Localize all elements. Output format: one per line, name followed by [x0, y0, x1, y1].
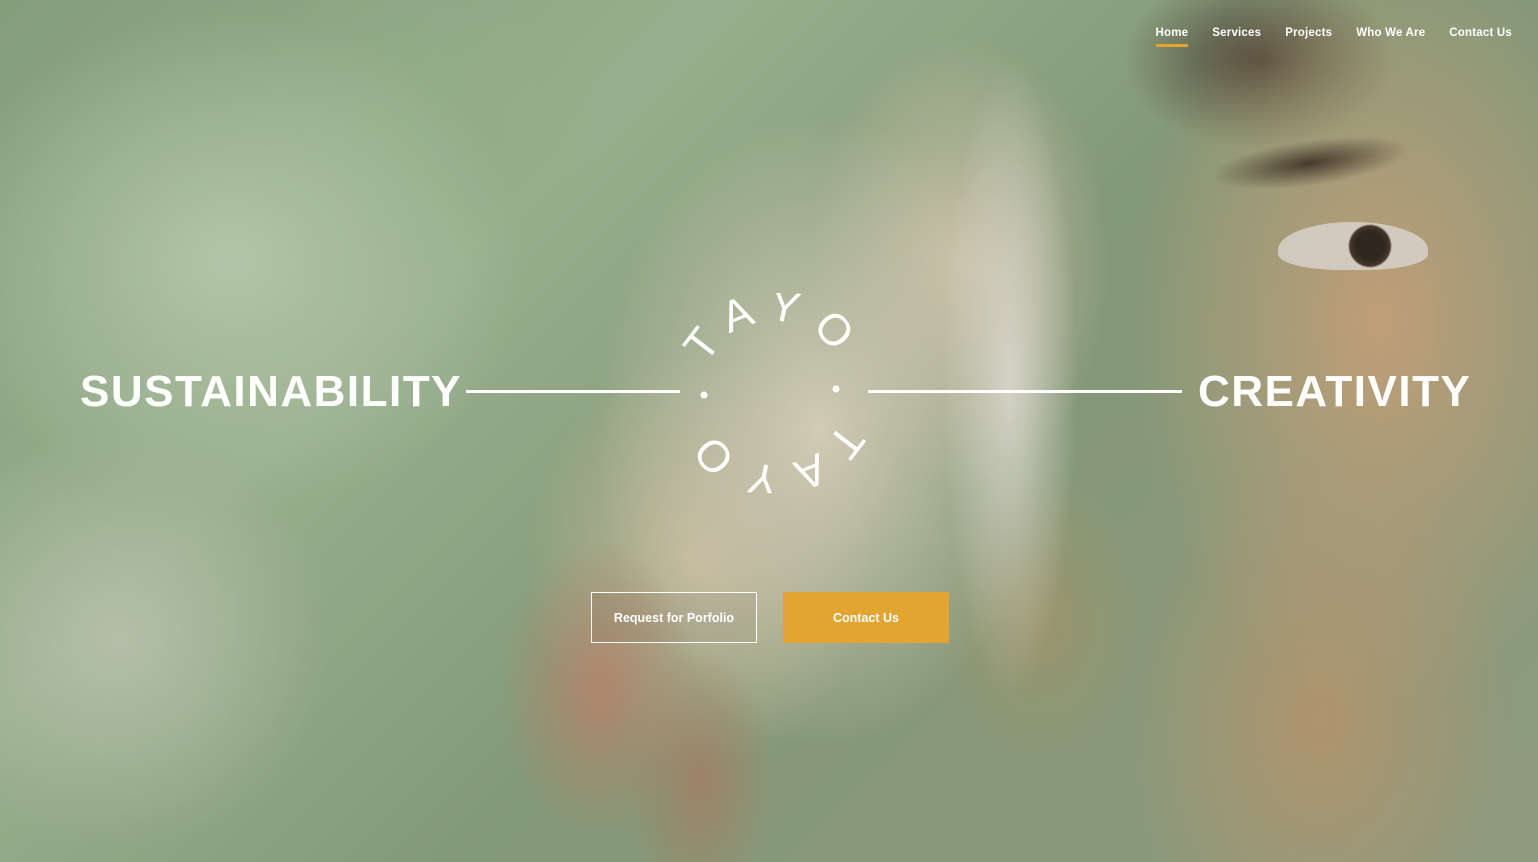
nav-item-contact-us[interactable]: Contact Us — [1449, 27, 1512, 45]
logo-dot-left — [700, 391, 708, 399]
nav-item-who-we-are[interactable]: Who We Are — [1356, 27, 1425, 45]
request-portfolio-button[interactable]: Request for Porfolio — [591, 592, 757, 643]
main-nav: Home Services Projects Who We Are Contac… — [1155, 27, 1512, 47]
tagline-creativity: CREATIVITY — [1198, 367, 1472, 416]
divider-left — [466, 390, 680, 393]
logo-dot-right — [832, 385, 840, 393]
hero-section: Home Services Projects Who We Are Contac… — [0, 0, 1538, 862]
divider-right — [868, 390, 1182, 393]
logo-text-bottom: TAYO — [675, 416, 873, 493]
nav-item-services[interactable]: Services — [1212, 27, 1261, 45]
tayo-logo: TAYO TAYO — [674, 293, 873, 493]
tagline-sustainability: SUSTAINABILITY — [80, 367, 462, 416]
nav-item-projects[interactable]: Projects — [1285, 27, 1332, 45]
nav-item-home[interactable]: Home — [1155, 27, 1189, 47]
contact-us-button[interactable]: Contact Us — [783, 592, 949, 643]
logo-text-top: TAYO — [674, 293, 872, 370]
